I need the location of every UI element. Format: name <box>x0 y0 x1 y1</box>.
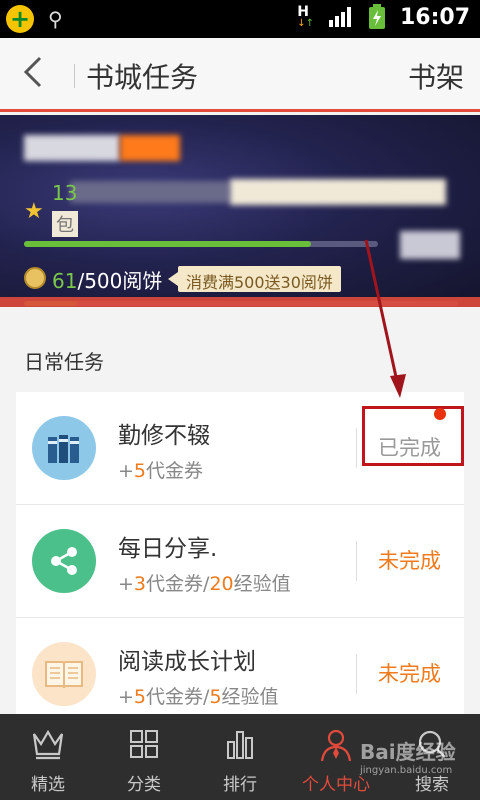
task-row[interactable]: 每日分享. +3代金券/20经验值 未完成 <box>16 505 464 618</box>
level-progress-bar <box>24 241 378 247</box>
section-title: 日常任务 <box>24 350 104 374</box>
blurred-level-text <box>70 181 230 203</box>
annotation-highlight-box <box>362 406 464 466</box>
blurred-username <box>24 135 120 161</box>
task-divider <box>356 541 357 581</box>
title-bar: 书城任务 书架 <box>0 38 480 112</box>
star-icon: ★ <box>24 199 44 224</box>
task-row[interactable]: 勤修不辍 +5代金券 已完成 <box>16 392 464 505</box>
blurred-vip-badge <box>120 135 180 161</box>
nav-label: 精选 <box>31 775 65 795</box>
status-bar: + ⚲ H ↓↑ 16:07 <box>0 0 480 38</box>
profile-banner: ★ 13 包 61/500阅饼 消费满500送30阅饼 <box>0 115 480 307</box>
bar-chart-icon <box>227 731 253 759</box>
task-reward: +5代金券 <box>118 460 204 482</box>
clock: 16:07 <box>399 4 470 30</box>
nav-item-featured[interactable]: 精选 <box>0 714 96 800</box>
grid-icon <box>130 730 158 758</box>
promo-tag: 消费满500送30阅饼 <box>168 266 341 292</box>
usb-icon: ⚲ <box>48 7 63 31</box>
open-book-icon <box>32 642 96 706</box>
banner-stripe <box>0 297 480 307</box>
page-title: 书城任务 <box>86 61 199 94</box>
task-divider <box>356 428 357 468</box>
level-progress-fill <box>24 241 311 247</box>
nav-label: 排行 <box>223 775 257 795</box>
nav-label: 分类 <box>127 775 161 795</box>
task-name: 勤修不辍 <box>118 423 210 449</box>
share-icon <box>32 529 96 593</box>
network-type-icon: H ↓↑ <box>297 4 314 29</box>
signal-icon <box>328 7 351 27</box>
notification-dot <box>434 408 446 420</box>
task-divider <box>356 654 357 694</box>
app-notification-icon: + <box>6 5 34 33</box>
task-list: 勤修不辍 +5代金券 已完成 每日分享. +3代金券/20经验值 未完成 阅读成… <box>16 392 464 731</box>
coin-icon <box>24 267 46 289</box>
coin-balance: 61/500阅饼 <box>52 265 162 294</box>
crown-icon <box>32 729 64 760</box>
nav-item-ranking[interactable]: 排行 <box>192 714 288 800</box>
nav-item-category[interactable]: 分类 <box>96 714 192 800</box>
task-reward: +3代金券/20经验值 <box>118 573 291 595</box>
battery-charging-icon <box>368 4 385 29</box>
level-badge-text: 包 <box>52 211 78 237</box>
coin-total: /500阅饼 <box>77 269 163 293</box>
coin-current: 61 <box>52 269 78 293</box>
back-button[interactable] <box>22 54 44 97</box>
bookshelf-button[interactable]: 书架 <box>408 56 464 96</box>
task-name: 阅读成长计划 <box>118 649 256 675</box>
task-status[interactable]: 未完成 <box>378 545 441 575</box>
level-prefix: 13 <box>52 181 78 205</box>
task-name: 每日分享. <box>118 536 218 562</box>
blurred-side-button[interactable] <box>400 231 460 259</box>
person-icon <box>320 729 352 762</box>
blurred-level-detail <box>230 179 446 205</box>
chevron-left-icon <box>23 56 42 88</box>
books-icon <box>32 416 96 480</box>
header-divider <box>74 64 75 88</box>
task-reward: +5代金券/5经验值 <box>118 686 279 708</box>
baidu-watermark: Bai度经验 jingyan.baidu.com <box>360 740 456 776</box>
task-status[interactable]: 未完成 <box>378 658 441 688</box>
